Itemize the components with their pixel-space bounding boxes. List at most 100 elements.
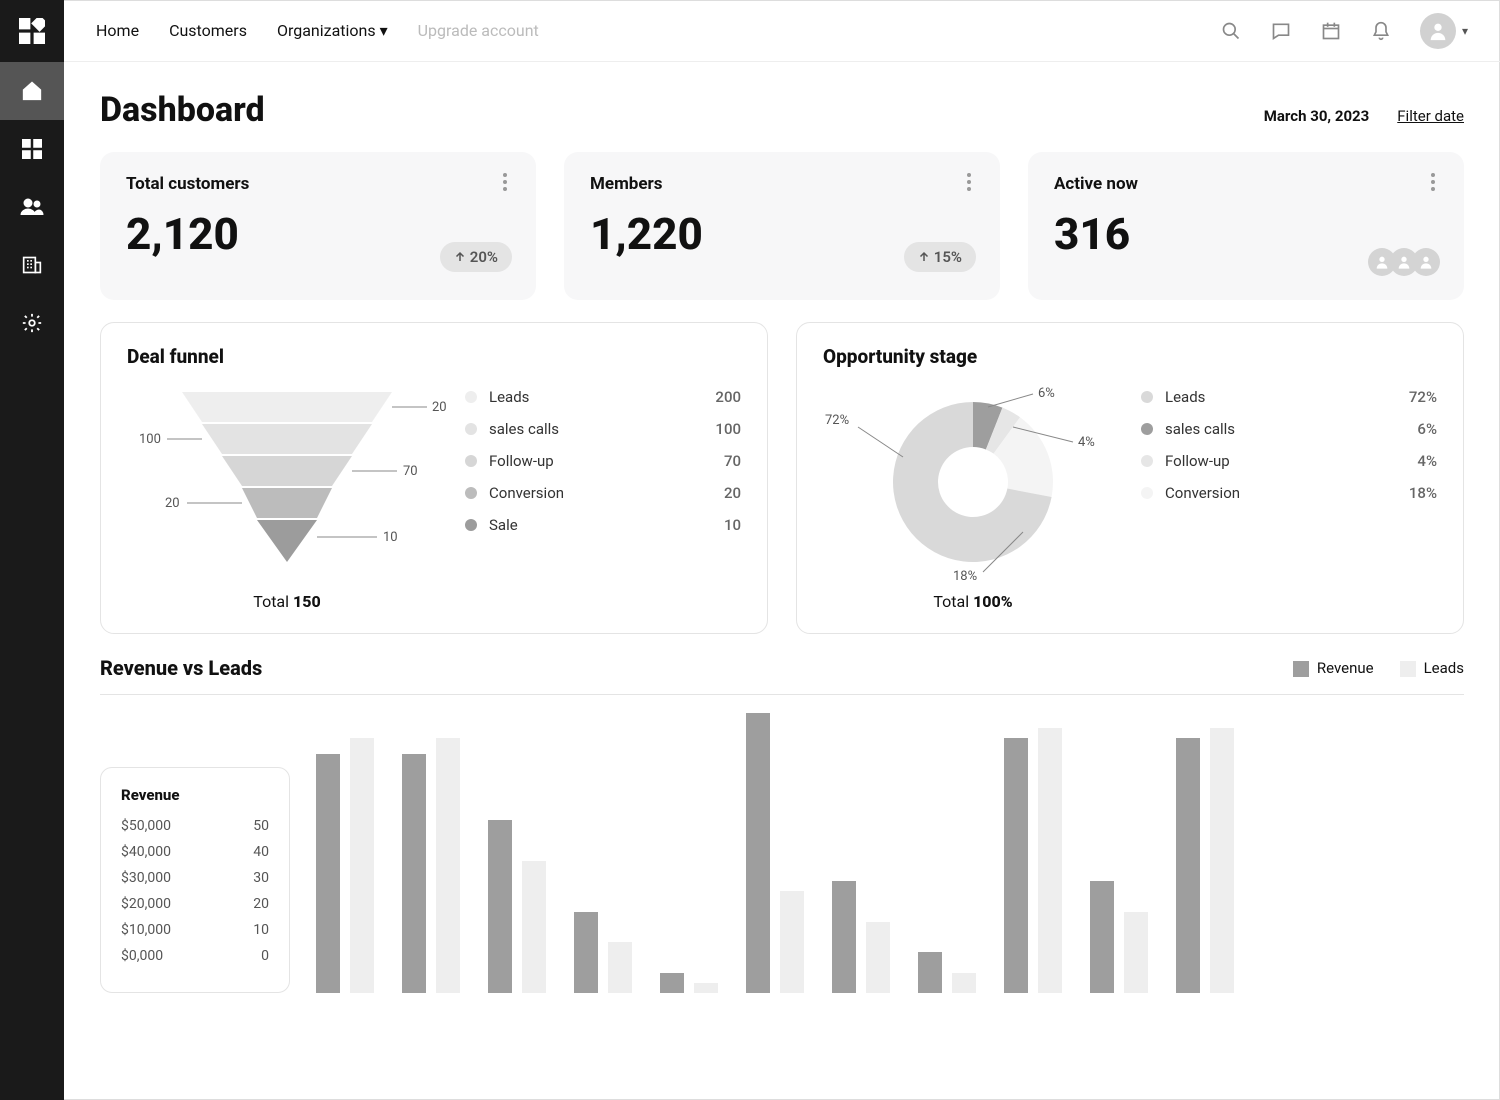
- chat-icon: [1271, 21, 1291, 41]
- opportunity-legend: Leads72% sales calls6% Follow-up4% Conve…: [1141, 382, 1437, 502]
- bar-leads: [780, 891, 804, 993]
- bar-revenue: [1004, 738, 1028, 993]
- bar-revenue: [660, 973, 684, 993]
- bar-group: [316, 738, 374, 993]
- home-icon: [21, 80, 43, 102]
- legend-item: Conversion18%: [1141, 484, 1437, 502]
- svg-text:200: 200: [432, 400, 447, 415]
- svg-text:72%: 72%: [825, 413, 849, 428]
- axis-row: $10,00010: [121, 922, 269, 938]
- main: Dashboard March 30, 2023 Filter date Tot…: [64, 62, 1500, 1100]
- avatar: [1412, 248, 1440, 276]
- arrow-up-icon: [918, 251, 930, 263]
- stat-row: Total customers 2,120 20% Members 1,220 …: [100, 152, 1464, 300]
- panel-deal-funnel: Deal funnel 200 100 70 20 10: [100, 322, 768, 634]
- logo-icon: [19, 18, 45, 44]
- bar-revenue: [488, 820, 512, 993]
- current-date: March 30, 2023: [1264, 107, 1370, 125]
- calendar-button[interactable]: [1320, 20, 1342, 42]
- bar-leads: [694, 983, 718, 993]
- stat-card-members: Members 1,220 15%: [564, 152, 1000, 300]
- legend-item: sales calls100: [465, 420, 741, 438]
- axis-row: $30,00030: [121, 870, 269, 886]
- stat-delta: 20%: [440, 242, 512, 272]
- calendar-icon: [1321, 21, 1341, 41]
- bar-revenue: [402, 754, 426, 993]
- stat-delta-value: 15%: [934, 248, 962, 266]
- panel-opportunity-stage: Opportunity stage: [796, 322, 1464, 634]
- filter-date-button[interactable]: Filter date: [1397, 107, 1464, 125]
- revenue-bar-chart: [316, 713, 1464, 993]
- bar-group: [832, 881, 890, 993]
- stat-menu-button[interactable]: [960, 172, 978, 192]
- stat-label: Total customers: [126, 174, 510, 194]
- page-title: Dashboard: [100, 90, 265, 130]
- opportunity-total: Total 100%: [823, 592, 1123, 611]
- sidebar: [0, 0, 64, 1100]
- axis-row: $20,00020: [121, 896, 269, 912]
- svg-text:6%: 6%: [1038, 386, 1055, 401]
- bar-group: [918, 952, 976, 993]
- topnav-upgrade[interactable]: Upgrade account: [418, 21, 539, 40]
- stat-card-active-now: Active now 316: [1028, 152, 1464, 300]
- building-icon: [22, 255, 42, 275]
- profile-menu[interactable]: ▾: [1420, 13, 1468, 49]
- arrow-up-icon: [454, 251, 466, 263]
- bar-revenue: [832, 881, 856, 993]
- revenue-axis-card: Revenue $50,00050 $40,00040 $30,00030 $2…: [100, 767, 290, 993]
- page-header: Dashboard March 30, 2023 Filter date: [100, 90, 1464, 130]
- gear-icon: [21, 312, 43, 334]
- stat-menu-button[interactable]: [1424, 172, 1442, 192]
- donut-chart: 6% 4% 18% 72%: [823, 382, 1123, 582]
- bar-group: [660, 973, 718, 993]
- funnel-total: Total 150: [127, 592, 447, 611]
- topnav-customers[interactable]: Customers: [169, 21, 247, 40]
- sidebar-item-settings[interactable]: [0, 294, 64, 352]
- bar-leads: [1210, 728, 1234, 993]
- svg-text:20: 20: [165, 496, 180, 511]
- topnav-organizations[interactable]: Organizations▾: [277, 21, 388, 40]
- bar-leads: [608, 942, 632, 993]
- panel-row: Deal funnel 200 100 70 20 10: [100, 322, 1464, 634]
- top-nav: Home Customers Organizations▾ Upgrade ac…: [96, 21, 539, 40]
- chevron-down-icon: ▾: [380, 21, 388, 40]
- bar-leads: [1038, 728, 1062, 993]
- people-icon: [20, 195, 44, 219]
- bar-group: [488, 820, 546, 993]
- legend-item: Follow-up4%: [1141, 452, 1437, 470]
- legend-item: Revenue: [1293, 659, 1374, 677]
- svg-text:4%: 4%: [1078, 435, 1095, 450]
- axis-row: $40,00040: [121, 844, 269, 860]
- bar-revenue: [1176, 738, 1200, 993]
- bar-revenue: [746, 713, 770, 993]
- search-button[interactable]: [1220, 20, 1242, 42]
- legend-item: Leads: [1400, 659, 1464, 677]
- sidebar-item-customers[interactable]: [0, 178, 64, 236]
- sidebar-item-dashboard[interactable]: [0, 120, 64, 178]
- stat-label: Active now: [1054, 174, 1438, 194]
- bar-revenue: [316, 754, 340, 993]
- bar-leads: [952, 973, 976, 993]
- funnel-chart: 200 100 70 20 10: [127, 382, 447, 582]
- bar-group: [1004, 728, 1062, 993]
- stat-menu-button[interactable]: [496, 172, 514, 192]
- panel-title: Deal funnel: [127, 345, 741, 368]
- topnav-home[interactable]: Home: [96, 21, 139, 40]
- legend-item: Conversion20: [465, 484, 741, 502]
- legend-item: Leads72%: [1141, 388, 1437, 406]
- notifications-button[interactable]: [1370, 20, 1392, 42]
- bar-group: [1090, 881, 1148, 993]
- messages-button[interactable]: [1270, 20, 1292, 42]
- legend-item: sales calls6%: [1141, 420, 1437, 438]
- funnel-legend: Leads200 sales calls100 Follow-up70 Conv…: [465, 382, 741, 534]
- grid-icon: [22, 139, 42, 159]
- bar-leads: [866, 922, 890, 993]
- revenue-card-title: Revenue: [121, 786, 269, 804]
- panel-revenue-vs-leads: Revenue vs Leads Revenue Leads Revenue $…: [100, 656, 1464, 993]
- chevron-down-icon: ▾: [1462, 24, 1468, 38]
- panel-title: Revenue vs Leads: [100, 656, 262, 680]
- bar-group: [746, 713, 804, 993]
- legend-item: Follow-up70: [465, 452, 741, 470]
- sidebar-item-home[interactable]: [0, 62, 64, 120]
- sidebar-item-organizations[interactable]: [0, 236, 64, 294]
